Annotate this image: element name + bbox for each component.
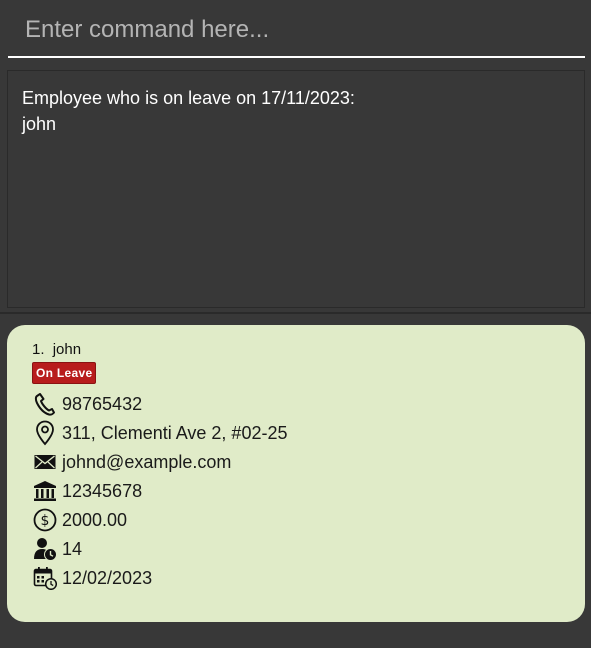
app-window: Employee who is on leave on 17/11/2023: … [0, 0, 591, 648]
badge-row: On Leave [32, 362, 585, 384]
svg-text:$: $ [41, 513, 50, 529]
result-display[interactable]: Employee who is on leave on 17/11/2023: … [7, 70, 585, 308]
employee-card-header: 1. john [32, 341, 585, 359]
join-date-value: 12/02/2023 [62, 567, 153, 588]
address-value: 311, Clementi Ave 2, #02-25 [62, 422, 288, 443]
phone-value: 98765432 [62, 393, 143, 414]
employee-index: 1. [32, 341, 45, 358]
join-date-field: 12/02/2023 [32, 563, 585, 592]
salary-value: 2000.00 [62, 509, 128, 530]
user-clock-icon [32, 536, 58, 562]
dollar-coin-icon: $ [32, 507, 58, 533]
leave-days-field: 14 [32, 534, 585, 563]
status-badge: On Leave [32, 362, 97, 384]
email-field: johnd@example.com [32, 447, 585, 476]
result-message: Employee who is on leave on 17/11/2023: [22, 88, 355, 108]
employee-list-panel: 1. john On Leave 98765432 311, Clementi … [0, 316, 591, 648]
envelope-icon [32, 449, 58, 475]
bank-account-value: 12345678 [62, 480, 143, 501]
result-display-panel: Employee who is on leave on 17/11/2023: … [0, 64, 591, 314]
result-employee-name: john [22, 114, 57, 134]
leave-days-value: 14 [62, 538, 83, 559]
employee-card[interactable]: 1. john On Leave 98765432 311, Clementi … [7, 325, 585, 622]
bank-icon [32, 478, 58, 504]
calendar-clock-icon [32, 565, 58, 591]
command-input[interactable] [8, 8, 585, 58]
email-value: johnd@example.com [62, 451, 232, 472]
bank-account-field: 12345678 [32, 476, 585, 505]
phone-icon [32, 391, 58, 417]
employee-fields: 98765432 311, Clementi Ave 2, #02-25 joh… [32, 389, 585, 592]
phone-field: 98765432 [32, 389, 585, 418]
location-pin-icon [32, 420, 58, 446]
salary-field: $ 2000.00 [32, 505, 585, 534]
employee-name: john [52, 341, 82, 358]
command-box [0, 0, 591, 64]
address-field: 311, Clementi Ave 2, #02-25 [32, 418, 585, 447]
